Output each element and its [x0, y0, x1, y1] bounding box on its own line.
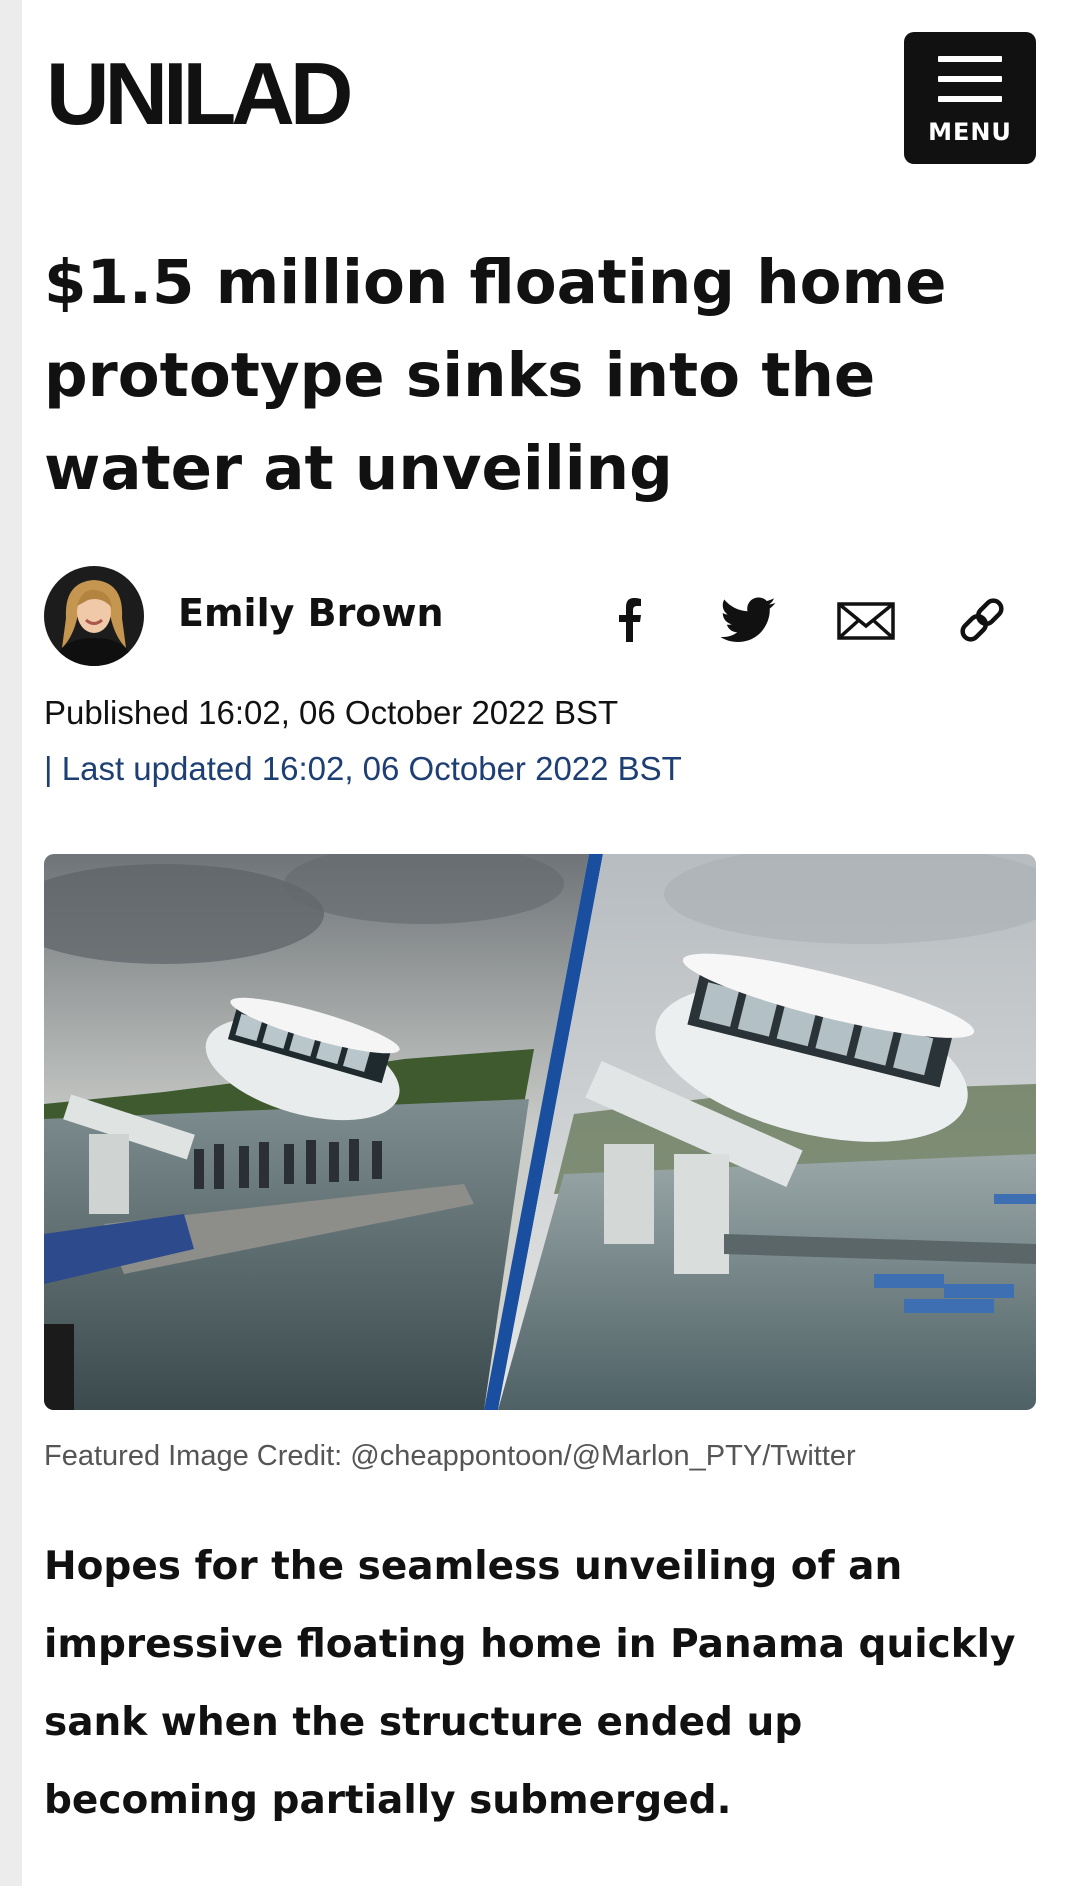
email-icon[interactable]	[836, 590, 896, 650]
image-credit-caption: Featured Image Credit: @cheappontoon/@Ma…	[44, 1440, 856, 1472]
left-edge-strip	[0, 0, 22, 1886]
facebook-icon[interactable]	[600, 590, 660, 650]
author-avatar[interactable]	[44, 566, 144, 666]
menu-label: MENU	[928, 118, 1012, 146]
link-icon[interactable]	[952, 590, 1012, 650]
twitter-icon[interactable]	[718, 590, 778, 650]
last-updated-date: | Last updated 16:02, 06 October 2022 BS…	[44, 750, 682, 787]
hamburger-icon-bar	[938, 56, 1002, 62]
site-logo[interactable]: UNILAD	[46, 50, 353, 138]
published-date: Published 16:02, 06 October 2022 BST	[44, 694, 619, 731]
article-lead-paragraph: Hopes for the seamless unveiling of an i…	[44, 1544, 1016, 1823]
featured-image	[44, 854, 1036, 1410]
author-name[interactable]: Emily Brown	[178, 591, 444, 635]
menu-button[interactable]: MENU	[904, 32, 1036, 164]
hamburger-icon-bar	[938, 76, 1002, 82]
hamburger-icon-bar	[938, 96, 1002, 102]
article-title: $1.5 million floating home prototype sin…	[44, 247, 947, 504]
